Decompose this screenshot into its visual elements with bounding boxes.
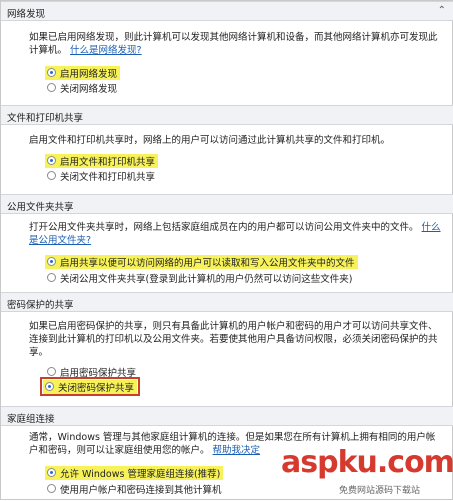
radio-option-disable-file-printer-sharing[interactable]: 关闭文件和打印机共享 (47, 169, 156, 183)
option-label: 关闭文件和打印机共享 (60, 171, 156, 183)
radio-option-enable-public-folder-sharing[interactable]: 启用共享以便可以访问网络的用户可以读取和写入公用文件夹中的文件 (45, 254, 358, 269)
section-description-line3: 享。 (29, 347, 49, 358)
option-label: 使用用户帐户和密码连接到其他计算机 (60, 484, 222, 496)
option-label: 启用网络发现 (60, 68, 118, 80)
what-is-network-discovery-link[interactable]: 什么是网络发现? (70, 45, 142, 56)
section-header-public-folder-sharing[interactable]: 公用文件夹共享 (1, 194, 453, 214)
advanced-sharing-settings-panel: 网络发现 ⌃ 如果已启用网络发现，则此计算机可以发现其他网络计算机和设备，而其他… (0, 0, 453, 500)
radio-option-use-account-password[interactable]: 使用用户帐户和密码连接到其他计算机 (47, 482, 222, 496)
radio-button-icon[interactable] (47, 68, 56, 77)
section-description: 启用文件和打印机共享时，网络上的用户可以访问通过此计算机共享的文件和打印机。 (29, 135, 391, 146)
radio-button-icon[interactable] (47, 83, 56, 92)
section-description: 如果已启用网络发现，则此计算机可以发现其他网络计算机和设备，而其他网络计算机亦可… (29, 32, 438, 43)
radio-button-icon[interactable] (47, 367, 56, 376)
section-header-file-printer-sharing[interactable]: 文件和打印机共享 (1, 105, 453, 125)
option-label: 启用共享以便可以访问网络的用户可以读取和写入公用文件夹中的文件 (60, 257, 355, 269)
watermark-logo-text: aspku.com (281, 445, 453, 480)
chevron-up-icon[interactable]: ⌃ (438, 5, 446, 16)
radio-button-icon[interactable] (47, 171, 56, 180)
option-label: 关闭网络发现 (60, 83, 118, 95)
section-description: 如果已启用密码保护的共享，则只有具备此计算机的用户帐户和密码的用户才可以访问共享… (29, 321, 438, 332)
section-description-line2: 户和密码，则可以让家庭组使用您的帐户。 帮助我决定 (29, 445, 261, 456)
watermark-subtitle: 免费网站源码下载站 (339, 486, 421, 496)
section-description: 打开公用文件夹共享时，网络上包括家庭组成员在内的用户都可以访问公用文件夹中的文件… (29, 222, 441, 233)
radio-option-enable-file-printer-sharing[interactable]: 启用文件和打印机共享 (45, 153, 159, 168)
option-label: 启用密码保护共享 (60, 367, 137, 379)
radio-button-icon[interactable] (47, 484, 56, 493)
radio-button-icon[interactable] (45, 382, 54, 391)
what-is-public-folder-link-part1[interactable]: 什么 (422, 222, 441, 233)
site-watermark: aspku.com 免费网站源码下载站 (281, 445, 453, 501)
section-description-line2: 是公用文件夹? (29, 234, 91, 247)
radio-option-disable-password-protection[interactable]: 关闭密码保护共享 (39, 377, 141, 396)
section-title: 文件和打印机共享 (7, 113, 84, 124)
what-is-public-folder-link-part2[interactable]: 是公用文件夹? (29, 235, 91, 246)
radio-button-icon[interactable] (47, 273, 56, 282)
section-description: 通常，Windows 管理与其他家庭组计算机的连接。但是如果您在所有计算机上拥有… (29, 432, 436, 443)
option-label: 启用文件和打印机共享 (60, 156, 156, 168)
option-label: 关闭密码保护共享 (58, 382, 135, 394)
option-label: 关闭公用文件夹共享(登录到此计算机的用户仍然可以访问这些文件夹) (60, 273, 353, 285)
radio-button-icon[interactable] (47, 257, 56, 266)
option-label: 允许 Windows 管理家庭组连接(推荐) (60, 468, 221, 480)
radio-option-enable-password-protection[interactable]: 启用密码保护共享 (47, 365, 137, 379)
section-header-network-discovery[interactable]: 网络发现 ⌃ (1, 1, 453, 21)
section-description-line2: 计算机。 什么是网络发现? (29, 45, 142, 56)
radio-option-disable-public-folder-sharing[interactable]: 关闭公用文件夹共享(登录到此计算机的用户仍然可以访问这些文件夹) (47, 271, 353, 285)
section-header-homegroup-connections[interactable]: 家庭组连接 (1, 406, 453, 426)
radio-option-allow-windows-manage-homegroup[interactable]: 允许 Windows 管理家庭组连接(推荐) (45, 465, 224, 480)
section-title: 密码保护的共享 (7, 300, 74, 311)
section-header-password-protected-sharing[interactable]: 密码保护的共享 (1, 292, 453, 312)
section-description-line2: 连接到此计算机的打印机以及公用文件夹。若要使其他用户具备访问权限，必须关闭密码保… (29, 334, 438, 345)
radio-option-disable-network-discovery[interactable]: 关闭网络发现 (47, 81, 118, 95)
section-title: 家庭组连接 (7, 414, 55, 425)
section-title: 公用文件夹共享 (7, 202, 74, 213)
radio-option-enable-network-discovery[interactable]: 启用网络发现 (45, 65, 121, 80)
radio-button-icon[interactable] (47, 156, 56, 165)
section-title: 网络发现 (7, 9, 46, 20)
help-me-decide-link[interactable]: 帮助我决定 (213, 445, 261, 456)
radio-button-icon[interactable] (47, 468, 56, 477)
